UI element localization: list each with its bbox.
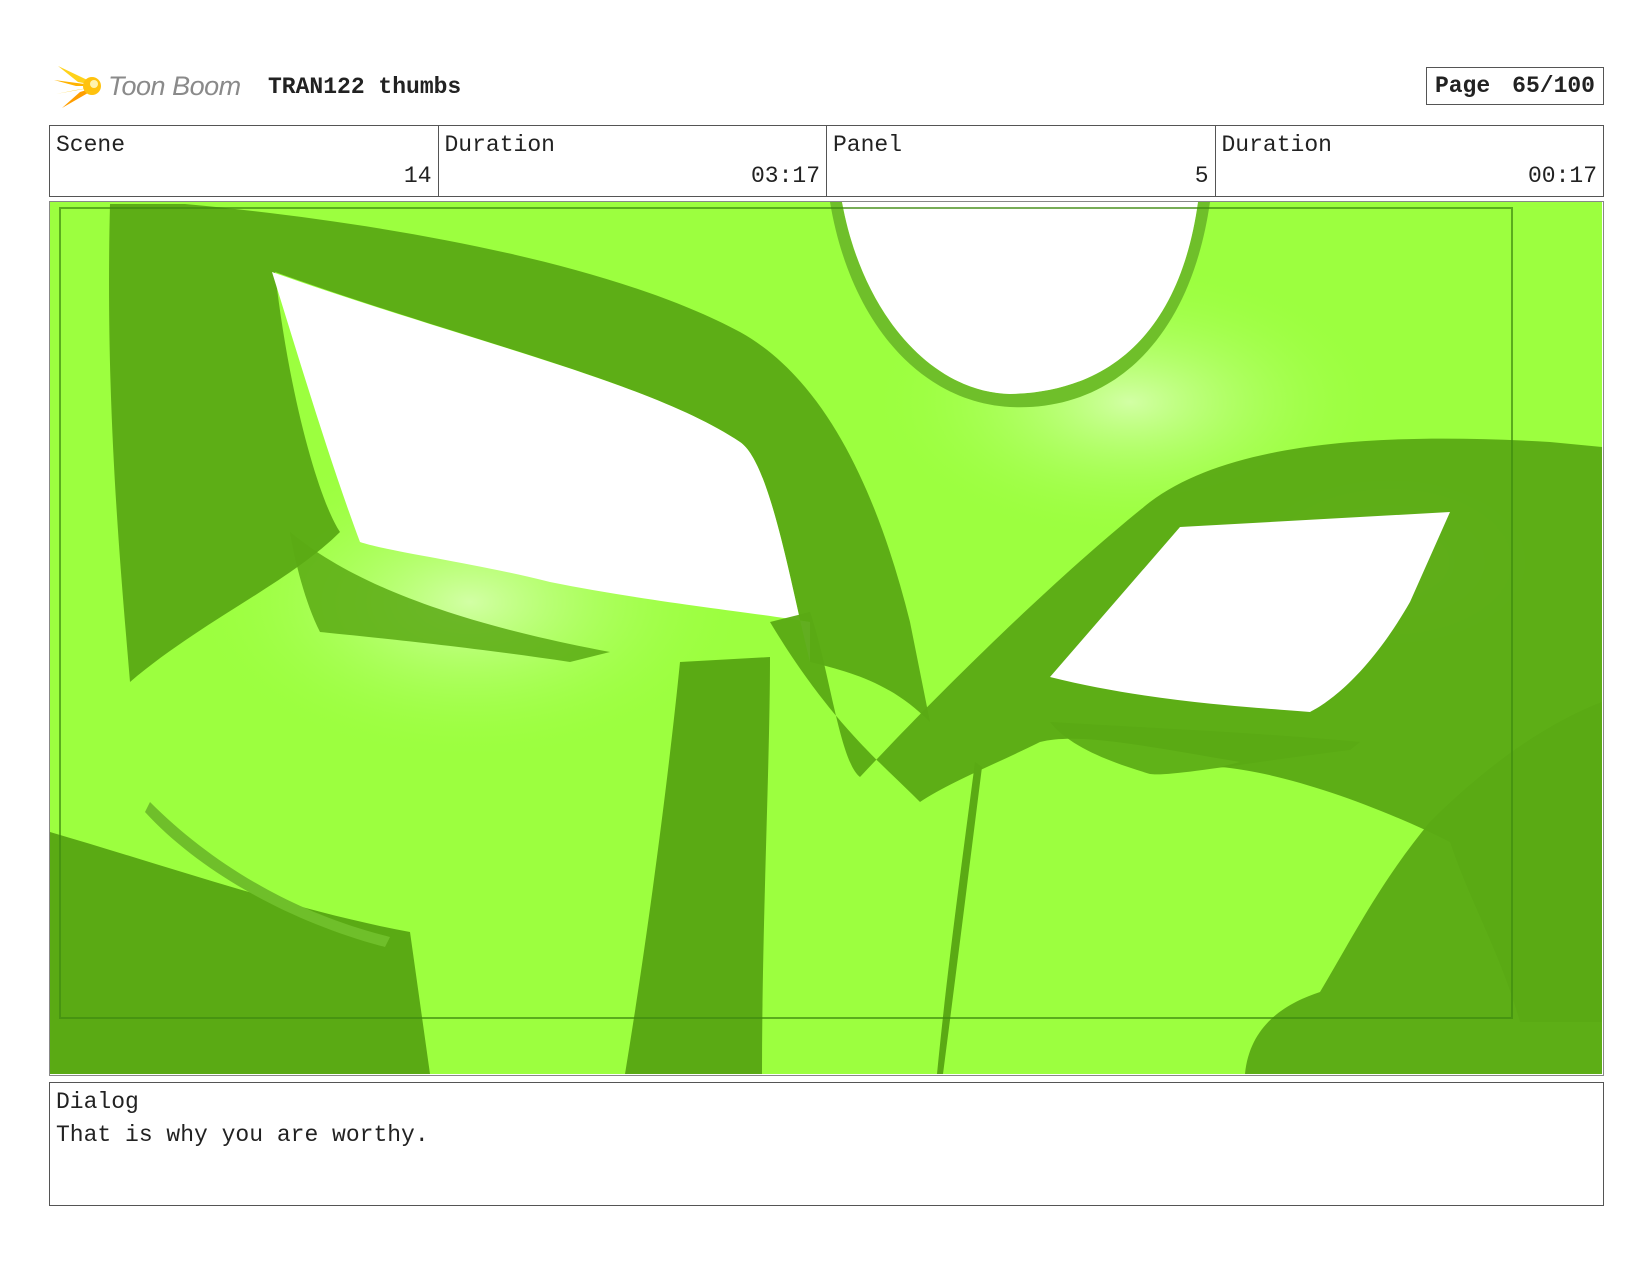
panel-duration-cell: Duration 00:17 bbox=[1216, 126, 1604, 196]
project-title: TRAN122 thumbs bbox=[268, 74, 462, 100]
toon-boom-logo-icon bbox=[54, 66, 101, 108]
page-number: 65/100 bbox=[1512, 73, 1595, 99]
page-indicator: Page 65/100 bbox=[1425, 67, 1604, 105]
page-label: Page bbox=[1434, 73, 1491, 99]
dialog-label: Dialog bbox=[56, 1089, 139, 1115]
panel-duration-label: Duration bbox=[1221, 132, 1332, 158]
scene-duration-value: 03:17 bbox=[750, 163, 820, 189]
panel-label: Panel bbox=[833, 132, 903, 158]
dialog-text: That is why you are worthy. bbox=[56, 1122, 429, 1148]
panel-cell: Panel 5 bbox=[827, 126, 1216, 196]
storyboard-panel bbox=[49, 201, 1604, 1076]
panel-drawing bbox=[50, 202, 1602, 1074]
scene-cell: Scene 14 bbox=[50, 126, 439, 196]
panel-value: 5 bbox=[1194, 163, 1209, 189]
scene-label: Scene bbox=[56, 132, 126, 158]
panel-info-row: Scene 14 Duration 03:17 Panel 5 Duration… bbox=[49, 125, 1604, 197]
panel-duration-value: 00:17 bbox=[1527, 163, 1597, 189]
dialog-box: Dialog That is why you are worthy. bbox=[49, 1082, 1604, 1206]
scene-duration-cell: Duration 03:17 bbox=[439, 126, 827, 196]
scene-duration-label: Duration bbox=[444, 132, 555, 158]
page-header: Toon Boom TRAN122 thumbs Page 65/100 bbox=[52, 58, 1604, 114]
brand-name: Toon Boom bbox=[108, 71, 241, 101]
toon-boom-logo: Toon Boom bbox=[52, 60, 252, 112]
scene-value: 14 bbox=[403, 163, 432, 189]
